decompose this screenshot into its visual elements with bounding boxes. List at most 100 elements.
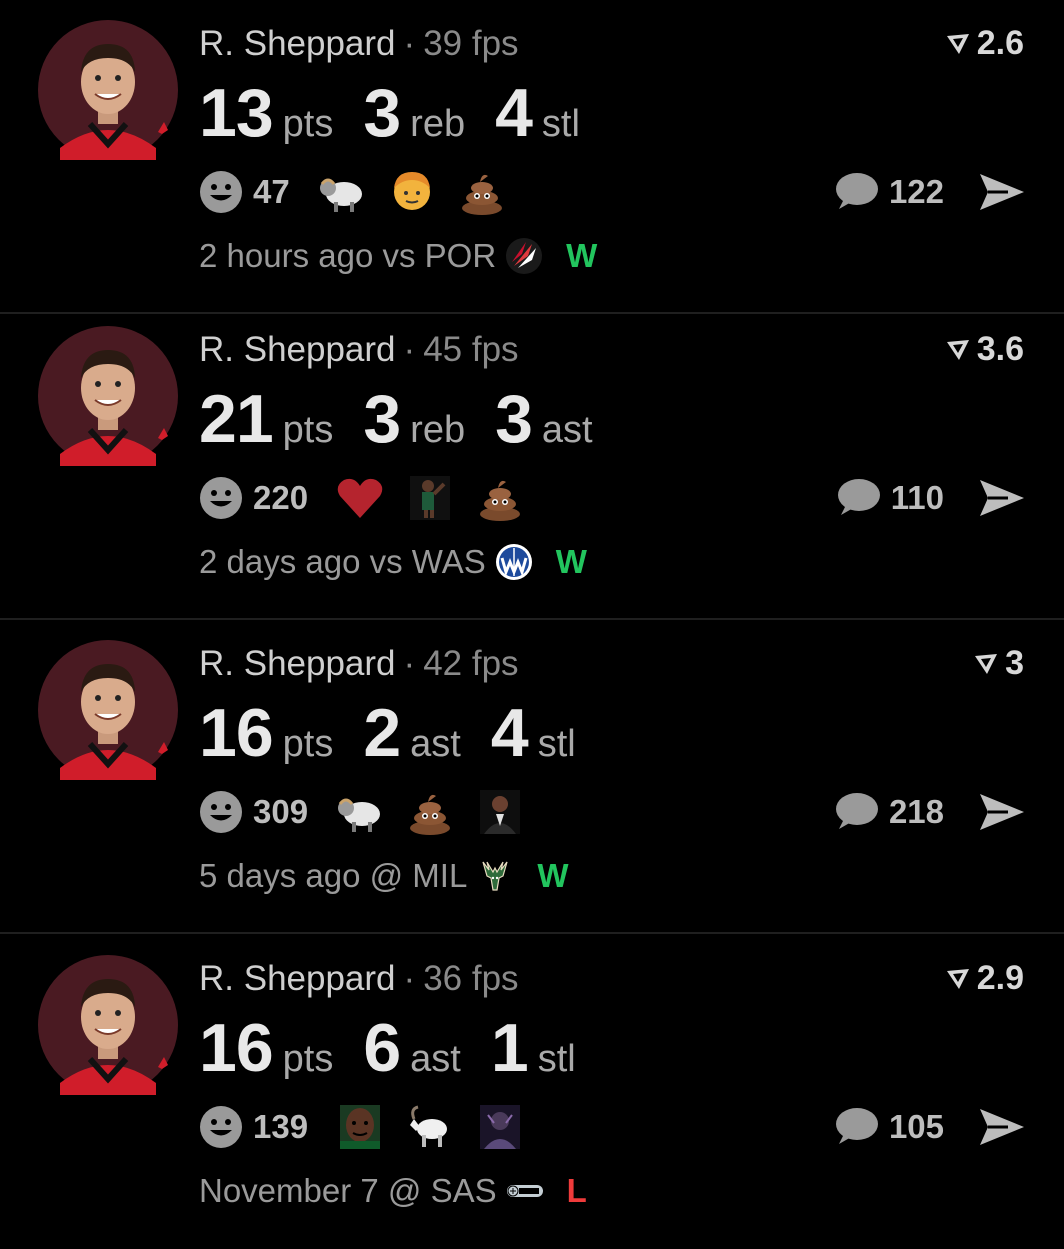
rating-icon <box>945 967 971 991</box>
stat-unit: stl <box>537 723 576 765</box>
player-name[interactable]: R. Sheppard <box>199 24 396 63</box>
stat-value: 4 <box>490 695 529 771</box>
player-sticker[interactable] <box>404 472 456 524</box>
fps-value: 36 fps <box>423 959 519 998</box>
stat-line: 21 pts 3 reb 3 ast <box>199 380 623 458</box>
game-card[interactable]: R. Sheppard · 45 fps 3.6 21 pts 3 reb 3 ast 2… <box>0 306 1064 620</box>
stat: 2 ast <box>363 694 461 772</box>
stat-value: 1 <box>490 1010 529 1086</box>
smiley-icon[interactable] <box>199 790 243 834</box>
game-card[interactable]: R. Sheppard · 42 fps 3 16 pts 2 ast 4 stl 309 <box>0 620 1064 934</box>
fps-value: 39 fps <box>423 24 519 63</box>
reaction-count[interactable]: 139 <box>253 1108 308 1146</box>
stat-unit: stl <box>541 103 580 145</box>
game-info[interactable]: 2 days ago vs WAS <box>199 543 486 581</box>
share-icon[interactable] <box>978 1105 1026 1149</box>
game-info[interactable]: 5 days ago @ MIL <box>199 857 467 895</box>
player-name[interactable]: R. Sheppard <box>199 959 396 998</box>
post-header: R. Sheppard · 45 fps <box>199 328 519 372</box>
player-avatar[interactable] <box>38 20 178 160</box>
stat: 3 reb <box>363 74 465 152</box>
reactions-bar: 47 <box>199 166 526 218</box>
share-icon[interactable] <box>978 170 1026 214</box>
stat: 16 pts <box>199 1009 333 1087</box>
reaction-count[interactable]: 220 <box>253 479 308 517</box>
rating: 3.6 <box>945 330 1024 369</box>
stat-unit: ast <box>541 409 593 451</box>
result-badge: L <box>566 1172 587 1209</box>
comments-button[interactable]: 105 <box>833 1103 944 1151</box>
stat-unit: pts <box>282 103 334 145</box>
game-card[interactable]: R. Sheppard · 36 fps 2.9 16 pts 6 ast 1 stl 1… <box>0 935 1064 1249</box>
game-card[interactable]: R. Sheppard · 39 fps 2.6 13 pts 3 reb 4 stl 4… <box>0 0 1064 314</box>
stat: 1 stl <box>491 1009 576 1087</box>
player-name[interactable]: R. Sheppard <box>199 644 396 683</box>
reaction-count[interactable]: 309 <box>253 793 308 831</box>
game-info[interactable]: November 7 @ SAS <box>199 1172 497 1210</box>
dark-sticker[interactable] <box>474 1101 526 1153</box>
stat-value: 4 <box>495 75 533 151</box>
heart-emoji[interactable] <box>334 472 386 524</box>
stat-unit: pts <box>282 1038 334 1080</box>
comment-count: 110 <box>890 479 944 516</box>
stat-unit: reb <box>410 409 466 451</box>
stat-line: 16 pts 6 ast 1 stl <box>199 1009 606 1087</box>
rating: 2.6 <box>945 24 1024 63</box>
stat-unit: ast <box>410 1038 461 1080</box>
smiley-icon[interactable] <box>199 1105 243 1149</box>
player-avatar[interactable] <box>38 640 178 780</box>
share-icon[interactable] <box>978 476 1026 520</box>
comment-count: 218 <box>888 793 944 830</box>
comments-button[interactable]: 110 <box>835 474 944 522</box>
rating-value: 3 <box>1005 644 1024 682</box>
reactions-bar: 139 <box>199 1101 544 1153</box>
smiley-icon[interactable] <box>199 170 243 214</box>
poop-emoji[interactable] <box>474 472 526 524</box>
player-name[interactable]: R. Sheppard <box>199 330 396 369</box>
stat: 4 stl <box>491 694 576 772</box>
stat-value: 16 <box>199 695 274 771</box>
sheep-emoji[interactable] <box>316 166 368 218</box>
stat-value: 2 <box>363 695 401 771</box>
post-header: R. Sheppard · 36 fps <box>199 957 519 1001</box>
post-header: R. Sheppard · 42 fps <box>199 642 519 686</box>
comment-count: 122 <box>888 173 944 210</box>
header-separator: · <box>403 24 416 63</box>
rating: 3 <box>973 644 1024 683</box>
game-info[interactable]: 2 hours ago vs POR <box>199 237 496 275</box>
post-header: R. Sheppard · 39 fps <box>199 22 519 66</box>
reaction-count[interactable]: 47 <box>253 173 290 211</box>
rating-icon <box>973 652 999 676</box>
goat-emoji[interactable] <box>404 1101 456 1153</box>
game-meta: 2 days ago vs WAS W <box>199 540 587 584</box>
stat-value: 3 <box>495 381 533 457</box>
share-icon[interactable] <box>978 790 1026 834</box>
poop-emoji[interactable] <box>456 166 508 218</box>
comments-button[interactable]: 122 <box>833 168 944 216</box>
player-avatar[interactable] <box>38 955 178 1095</box>
comment-bubble-icon <box>833 791 879 833</box>
spurs-logo-icon <box>505 1171 545 1211</box>
result-badge: W <box>555 543 587 580</box>
face-sticker[interactable] <box>334 1101 386 1153</box>
player-avatar[interactable] <box>38 326 178 466</box>
comment-count: 105 <box>888 1108 944 1145</box>
fps-value: 45 fps <box>423 330 519 369</box>
game-meta: November 7 @ SAS L <box>199 1169 587 1213</box>
blazers-logo-icon <box>504 236 544 276</box>
stat: 3 reb <box>363 380 465 458</box>
person-emoji[interactable] <box>386 166 438 218</box>
rating-value: 3.6 <box>976 330 1024 368</box>
comments-button[interactable]: 218 <box>833 788 944 836</box>
poop-emoji[interactable] <box>404 786 456 838</box>
header-separator: · <box>403 330 416 369</box>
stat: 6 ast <box>363 1009 461 1087</box>
stat-value: 3 <box>363 381 401 457</box>
rating-icon <box>945 338 971 362</box>
fps-value: 42 fps <box>423 644 519 683</box>
game-meta: 2 hours ago vs POR W <box>199 234 597 278</box>
smiley-icon[interactable] <box>199 476 243 520</box>
sheep-emoji[interactable] <box>334 786 386 838</box>
man-sticker[interactable] <box>474 786 526 838</box>
wizards-logo-icon <box>494 542 534 582</box>
